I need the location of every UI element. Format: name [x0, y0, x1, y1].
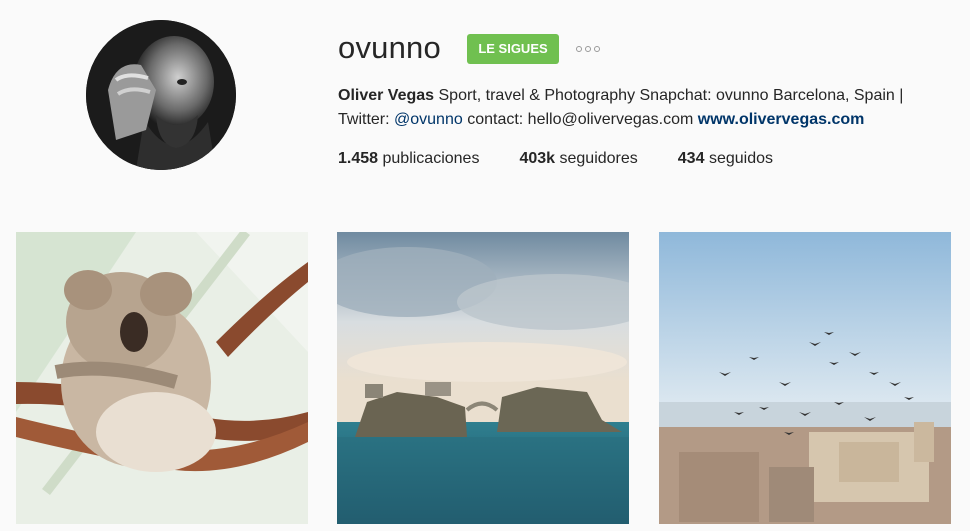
following-button[interactable]: LE SIGUES [467, 34, 559, 64]
posts-stat: 1.458 publicaciones [338, 148, 479, 170]
bio-contact: contact: hello@olivervegas.com [462, 111, 698, 128]
twitter-mention-link[interactable]: @ovunno [394, 111, 463, 128]
dot [594, 46, 600, 52]
full-name: Oliver Vegas [338, 87, 435, 104]
profile-stats: 1.458 publicaciones 403k seguidores 434 … [338, 148, 813, 170]
ellipsis-icon[interactable] [572, 38, 604, 60]
following-label: seguidos [708, 150, 773, 167]
bio-text: Sport, travel & Photography Snapchat: ov… [434, 87, 904, 104]
bio-twitter-label: Twitter: [338, 111, 395, 128]
posts-count: 1.458 [338, 150, 379, 167]
post-thumbnail-city-birds[interactable] [659, 232, 951, 524]
following-stat[interactable]: 434 seguidos [678, 148, 773, 170]
profile-avatar[interactable] [86, 20, 236, 170]
followers-count: 403k [519, 150, 556, 167]
posts-label: publicaciones [382, 150, 480, 167]
dot [585, 46, 591, 52]
post-thumbnail-islands[interactable] [337, 232, 629, 524]
username: ovunno [338, 30, 441, 65]
profile-bio: Oliver Vegas Sport, travel & Photography… [338, 84, 938, 132]
following-count: 434 [677, 150, 705, 167]
post-thumbnail-koala[interactable] [16, 232, 308, 524]
followers-stat[interactable]: 403k seguidores [519, 148, 637, 170]
bio-line-2: Twitter: @ovunno contact: hello@oliverve… [338, 108, 938, 132]
dot [576, 46, 582, 52]
bio-line-1: Oliver Vegas Sport, travel & Photography… [338, 84, 938, 108]
website-link[interactable]: www.olivervegas.com [698, 111, 865, 128]
followers-label: seguidores [559, 150, 638, 167]
